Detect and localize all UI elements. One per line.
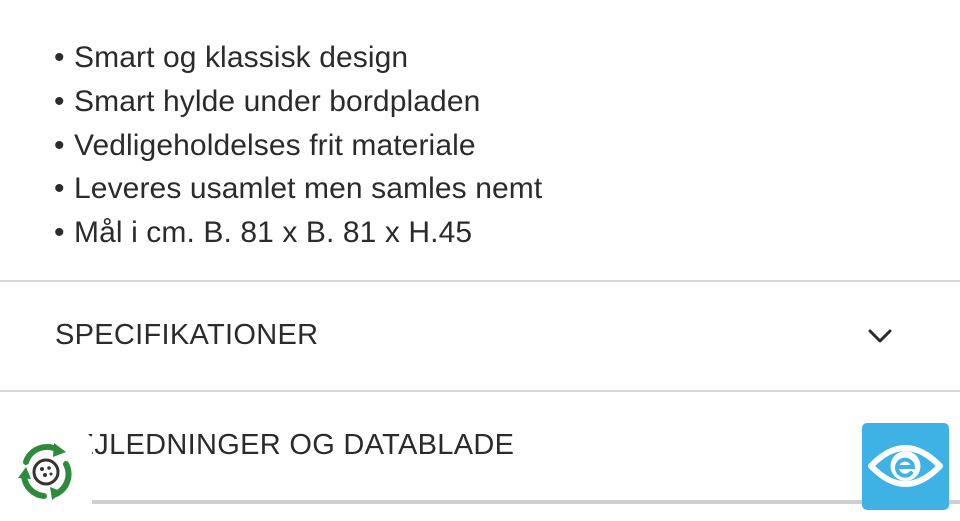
feature-item: • Mål i cm. B. 81 x B. 81 x H.45	[54, 211, 542, 255]
recycle-icon	[18, 443, 72, 500]
feature-text: Mål i cm. B. 81 x B. 81 x H.45	[74, 216, 473, 250]
product-details-page: • Smart og klassisk design • Smart hylde u…	[0, 0, 960, 521]
accordion-guides[interactable]: VEJLEDNINGER OG DATABLADE	[0, 392, 960, 502]
accordion-title: VEJLEDNINGER OG DATABLADE	[55, 429, 515, 461]
feature-list: • Smart og klassisk design • Smart hylde u…	[54, 36, 542, 255]
eye-icon	[868, 445, 943, 487]
feature-text: Smart og klassisk design	[74, 41, 409, 74]
bullet: •	[54, 216, 65, 250]
chevron-down-icon[interactable]	[866, 322, 894, 350]
divider	[0, 500, 960, 504]
feature-text: Smart hylde under bordpladen	[74, 84, 481, 118]
bullet: •	[54, 41, 65, 74]
feature-item: • Vedligeholdelses frit materiale	[54, 124, 542, 168]
accordion-title: SPECIFIKATIONER	[55, 319, 319, 351]
bullet: •	[54, 128, 65, 162]
bullet: •	[54, 84, 65, 118]
feature-item: • Smart hylde under bordpladen	[54, 80, 542, 124]
accordion-specifications[interactable]: SPECIFIKATIONER	[0, 282, 960, 392]
feature-text: Leveres usamlet men samles nemt	[74, 172, 543, 206]
feature-item: • Smart og klassisk design	[54, 36, 542, 80]
feature-text: Vedligeholdelses frit materiale	[74, 128, 476, 162]
recycle-badge[interactable]	[0, 432, 92, 521]
accessibility-badge[interactable]	[862, 423, 949, 510]
feature-item: • Leveres usamlet men samles nemt	[54, 167, 542, 211]
bullet: •	[54, 172, 65, 206]
